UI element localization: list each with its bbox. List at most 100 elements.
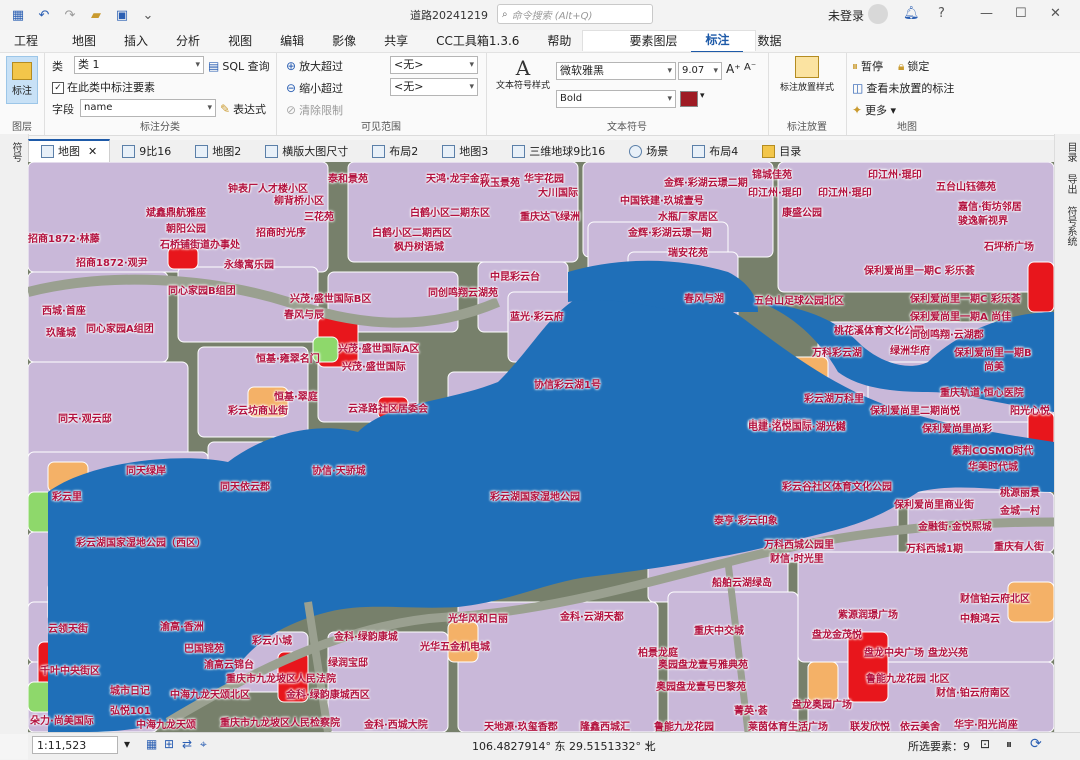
avatar[interactable] <box>868 4 888 24</box>
maximize-icon[interactable]: ☐ <box>1015 6 1027 21</box>
close-icon[interactable]: ✕ <box>1050 6 1061 21</box>
coordinates-readout: 106.4827914° 东 29.5151332° 北 <box>472 740 656 753</box>
help-icon[interactable]: ? <box>938 6 945 21</box>
tab-share[interactable]: 共享 <box>370 30 422 52</box>
refresh-cache-icon[interactable]: ⊡ <box>980 737 990 751</box>
increase-font-icon[interactable]: A⁺ <box>726 62 741 76</box>
snapping-icon[interactable]: ⊞ <box>164 737 174 751</box>
command-search-input[interactable]: ⌕ 命令搜索 (Alt+Q) <box>497 4 653 24</box>
font-style-select[interactable]: Bold <box>556 90 676 108</box>
map-label: 金辉·彩湖云璟二期 <box>664 178 748 189</box>
selected-features-label: 所选要素： <box>908 740 963 753</box>
app-icon[interactable]: ▦ <box>8 6 28 24</box>
tab-labeling[interactable]: 标注 <box>691 29 744 53</box>
view-tab-map3[interactable]: 地图3 <box>430 141 500 162</box>
globe-icon <box>629 145 643 158</box>
map-label: 依云美舍 <box>900 722 940 732</box>
view-unplaced-label: 查看未放置的标注 <box>866 82 955 95</box>
map-label: 盘龙奥园广场 <box>792 700 852 711</box>
tab-edit[interactable]: 编辑 <box>266 30 318 52</box>
zoom-in-scale-select[interactable]: <无> <box>390 56 478 74</box>
font-name-select[interactable]: 微软雅黑 <box>556 62 676 80</box>
view-tab-9by16[interactable]: 9比16 <box>110 141 183 162</box>
view-tab-layout4[interactable]: 布局4 <box>680 141 750 162</box>
notification-icon[interactable]: 🔔︎ <box>903 6 920 21</box>
right-pane-export[interactable]: 导出 <box>1063 174 1078 194</box>
selected-features[interactable]: 所选要素：9 <box>908 738 970 754</box>
map-label: 恒基·雍翠名门 <box>256 354 320 365</box>
clear-limits-button[interactable]: ⊘ 清除限制 <box>286 102 343 118</box>
decrease-font-icon[interactable]: A⁻ <box>744 62 756 73</box>
map-label: 五台山足球公园北区 <box>754 296 844 307</box>
expression-button[interactable]: ✎ 表达式 <box>220 101 266 117</box>
minimize-icon[interactable]: — <box>980 6 993 21</box>
map-view[interactable]: 钟表厂人才楼小区 泰和景苑 天鸿·龙宇金座 秋玉景苑 华宇花园 大川国际 锦城佳苑 印江州·琨… <box>28 162 1054 732</box>
zoom-out-icon: ⊖ <box>286 81 297 95</box>
more-button[interactable]: ✦ 更多 ▾ <box>852 102 896 118</box>
sql-query-button[interactable]: ▤ SQL 查询 <box>208 58 270 74</box>
map-label: 康盛公园 <box>782 208 822 219</box>
map-label: 重庆中交城 <box>694 626 744 637</box>
refresh-icon[interactable]: ⟳ <box>1030 736 1042 752</box>
save-icon[interactable]: ▣ <box>112 6 132 24</box>
map-label: 绿润宝邸 <box>328 658 368 669</box>
navigation-icon[interactable]: ⌖ <box>200 737 207 752</box>
scale-dropdown-icon[interactable]: ▾ <box>124 737 130 751</box>
label-placement-style-label: 标注放置样式 <box>779 83 834 93</box>
zoom-out-scale-select[interactable]: <无> <box>390 78 478 96</box>
view-tab-layout2[interactable]: 布局2 <box>360 141 430 162</box>
view-tab-map2[interactable]: 地图2 <box>183 141 253 162</box>
text-symbol-style-button[interactable]: A 文本符号样式 <box>492 56 554 106</box>
class-select[interactable]: 类 1 <box>74 56 204 74</box>
tab-analysis[interactable]: 分析 <box>162 30 214 52</box>
font-size-select[interactable]: 9.07 <box>678 62 722 80</box>
close-tab-icon[interactable]: ✕ <box>88 141 97 162</box>
tab-imagery[interactable]: 影像 <box>318 30 370 52</box>
map-label: 保利爱尚里尚彩 <box>922 424 992 435</box>
map-label: 奥园盘龙壹号雅典苑 <box>658 660 748 671</box>
constraints-icon[interactable]: ⇄ <box>182 737 192 751</box>
open-folder-icon[interactable]: ▰ <box>86 6 106 24</box>
tab-data[interactable]: 数据 <box>743 30 795 52</box>
tab-feature-layer[interactable]: 要素图层 <box>615 30 691 52</box>
redo-icon[interactable]: ↷ <box>60 6 80 24</box>
zoom-in-beyond-button[interactable]: ⊕ 放大超过 <box>286 58 343 74</box>
tab-view[interactable]: 视图 <box>214 30 266 52</box>
pause-button[interactable]: ⏸ 暂停 <box>852 58 883 74</box>
user-status[interactable]: 未登录 <box>828 7 864 24</box>
checkbox-checked-icon: ✓ <box>52 82 64 94</box>
grid-icon[interactable]: ▦ <box>146 737 157 751</box>
lock-button[interactable]: 🔒︎ 锁定 <box>898 58 929 74</box>
zoom-in-icon: ⊕ <box>286 59 297 73</box>
scale-input[interactable]: 1:11,523 <box>32 736 118 754</box>
tab-insert[interactable]: 插入 <box>110 30 162 52</box>
coord-format-dropdown-icon[interactable]: ⌄ <box>644 737 653 750</box>
tab-map[interactable]: 地图 <box>52 30 110 52</box>
view-tab-3d-globe[interactable]: 三维地球9比16 <box>500 141 617 162</box>
view-tab-catalog[interactable]: 目录 <box>750 141 813 162</box>
map-label: 渝高·香洲 <box>160 622 204 633</box>
view-unplaced-button[interactable]: ◫ 查看未放置的标注 <box>852 80 954 96</box>
customize-dropdown-icon[interactable]: ⌄ <box>138 6 158 24</box>
view-tab-scene[interactable]: 场景 <box>617 141 680 162</box>
font-color-dropdown-icon[interactable]: ▾ <box>700 91 705 101</box>
right-pane-symbology[interactable]: 符号系统 <box>1063 206 1078 246</box>
undo-icon[interactable]: ↶ <box>34 6 54 24</box>
zoom-out-beyond-button[interactable]: ⊖ 缩小超过 <box>286 80 343 96</box>
view-tab-map[interactable]: 地图 ✕ <box>28 139 111 162</box>
tab-project[interactable]: 工程 <box>0 30 52 52</box>
left-pane-symbol[interactable]: 符号 <box>8 142 23 162</box>
field-select[interactable]: name <box>80 99 216 117</box>
view-tab-landscape[interactable]: 横版大图尺寸 <box>253 141 360 162</box>
label-toggle-button[interactable]: 标注 <box>6 56 38 104</box>
label-in-class-checkbox[interactable]: ✓ 在此类中标注要素 <box>52 79 155 95</box>
label-placement-style-button[interactable]: 标注放置样式 <box>774 56 840 106</box>
layer-group-label: 图层 <box>12 122 32 133</box>
tab-cc-toolbox[interactable]: CC工具箱1.3.6 <box>422 30 533 52</box>
tab-help[interactable]: 帮助 <box>533 30 585 52</box>
selected-parcel-polygon <box>847 631 889 703</box>
map-label: 协信彩云湖1号 <box>534 380 601 391</box>
pause-drawing-icon[interactable]: ⏸ <box>1006 737 1012 752</box>
font-color-swatch[interactable] <box>680 91 698 107</box>
right-pane-catalog[interactable]: 目录 <box>1063 142 1078 162</box>
